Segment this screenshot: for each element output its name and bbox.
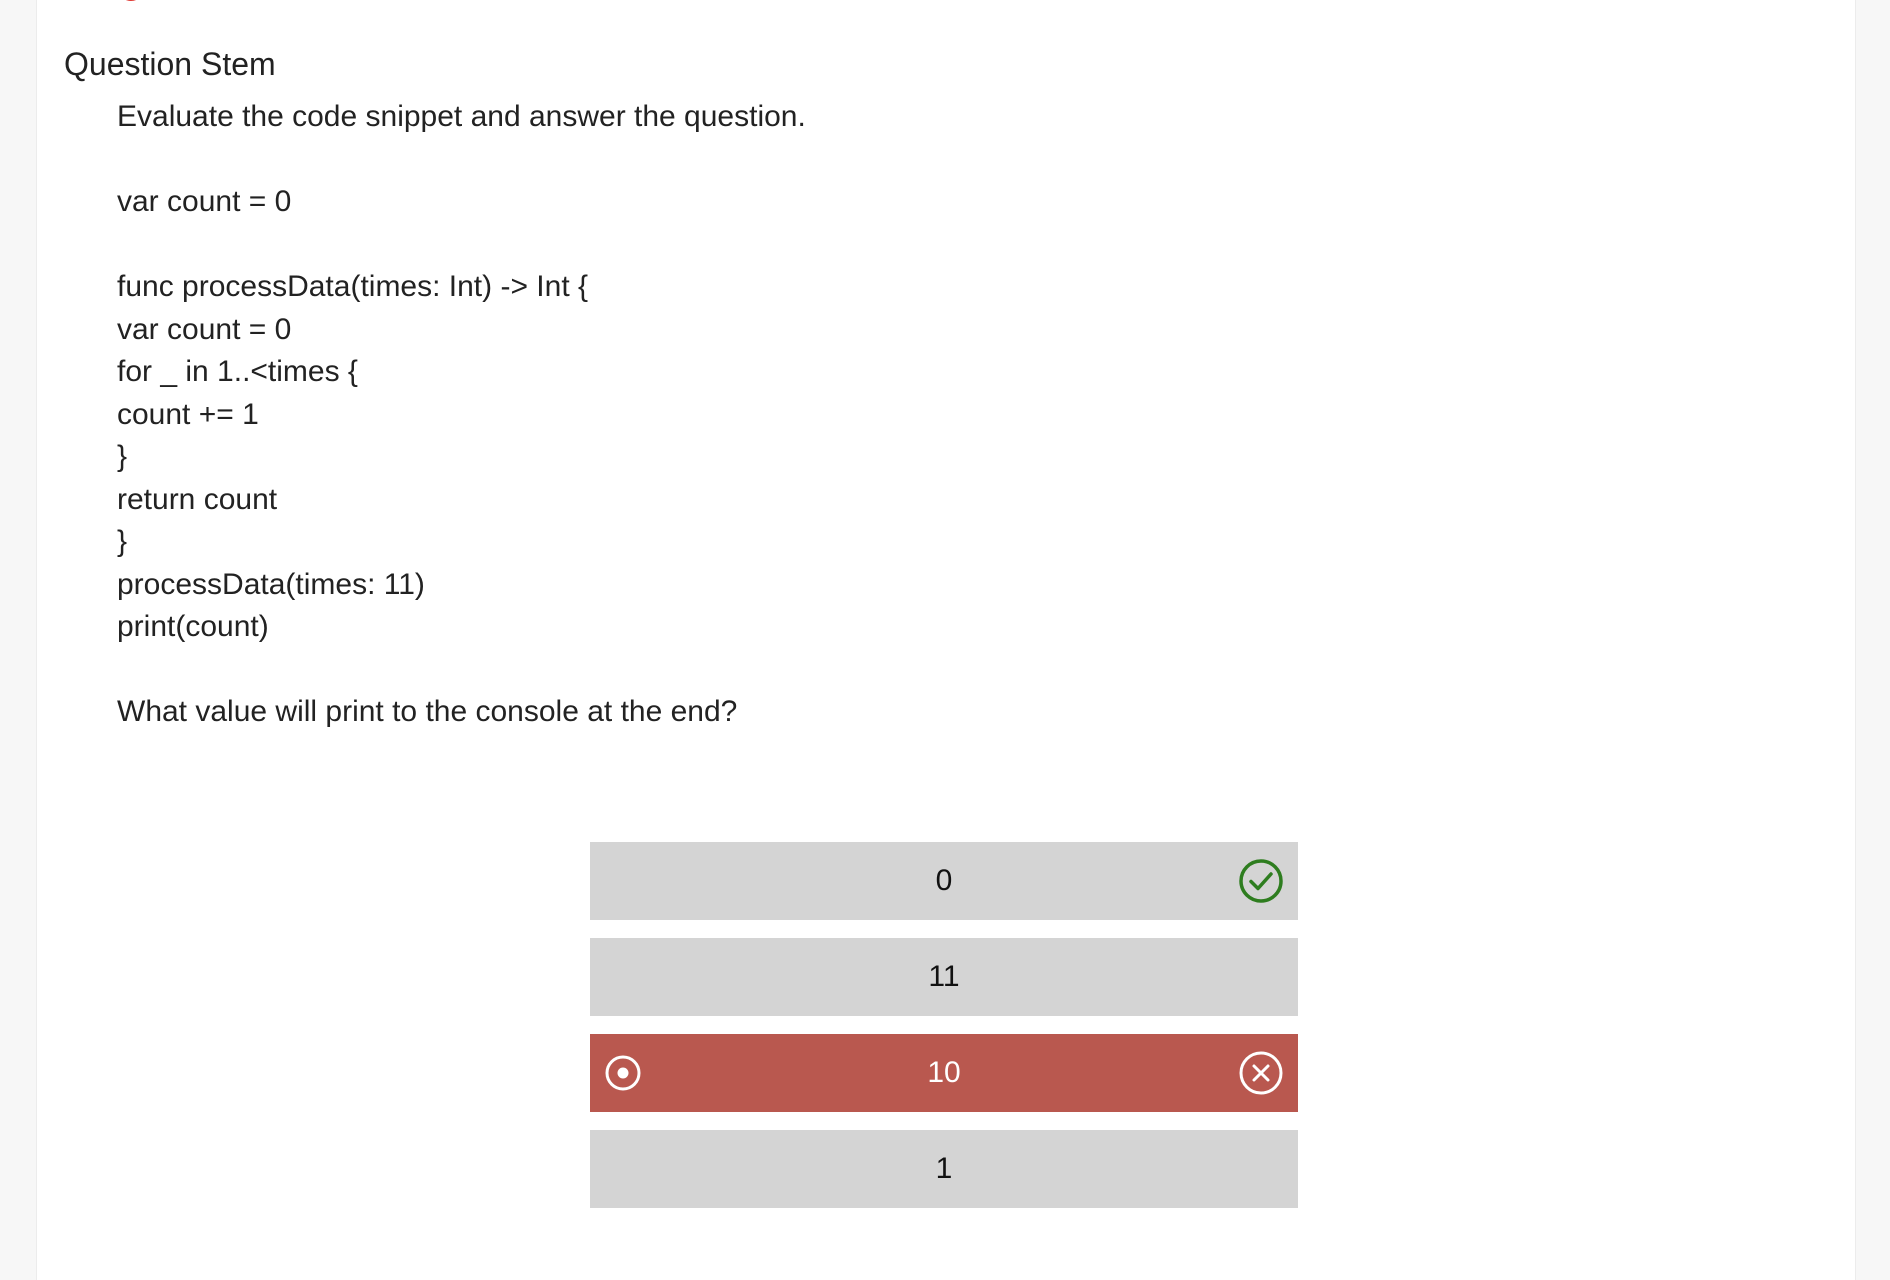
stem-line: return count: [117, 482, 278, 516]
previous-question-marker: [118, 0, 144, 2]
x-circle-icon: [1239, 1051, 1283, 1095]
stem-line: print(count): [117, 610, 269, 643]
stem-line: What value will print to the console at …: [117, 695, 738, 728]
answer-option-selected-wrong[interactable]: 10: [590, 1034, 1298, 1112]
stem-line: }: [117, 525, 128, 558]
check-circle-icon: [1239, 859, 1283, 903]
answer-options: 0 11 10 1: [590, 842, 1298, 1226]
answer-option-label: 1: [935, 1152, 953, 1185]
stem-line: Evaluate the code snippet and answer the…: [117, 100, 806, 133]
answer-option-label: 10: [927, 1056, 961, 1089]
stem-line: for _ in 1..<times {: [117, 355, 358, 388]
radio-selected-icon: [605, 1055, 641, 1091]
question-stem: Evaluate the code snippet and answer the…: [117, 96, 806, 734]
stem-line: [117, 139, 806, 182]
answer-option-label: 11: [928, 960, 960, 993]
stem-line: count += 1: [117, 397, 259, 431]
stem-line: [117, 224, 806, 267]
answer-option[interactable]: 11: [590, 938, 1298, 1016]
stem-line: processData(times: 11): [117, 567, 425, 601]
answer-option-label: 0: [935, 864, 953, 897]
stem-line: }: [117, 440, 128, 473]
stem-line: var count = 0: [117, 185, 292, 218]
section-title: Question Stem: [64, 46, 276, 82]
answer-option[interactable]: 1: [590, 1130, 1298, 1208]
answer-option-correct[interactable]: 0: [590, 842, 1298, 920]
stem-line: [117, 649, 806, 692]
stem-line: var count = 0: [117, 312, 292, 346]
incorrect-marker-icon: [118, 0, 144, 1]
stem-line: func processData(times: Int) -> Int {: [117, 270, 589, 303]
